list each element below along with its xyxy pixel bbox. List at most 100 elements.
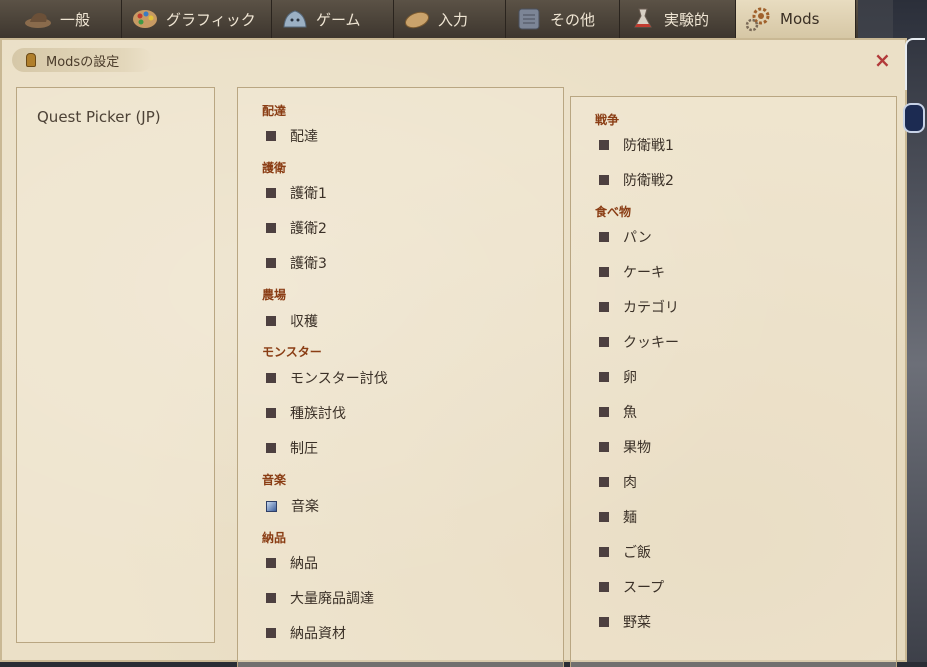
checkbox-icon[interactable] [599, 442, 609, 452]
checkbox-option[interactable]: 制圧 [266, 438, 318, 458]
tab-label: 実験的 [664, 10, 710, 29]
pin-icon [26, 53, 36, 67]
tab-experimental[interactable]: 実験的 [620, 0, 736, 38]
checkbox-option[interactable]: ご飯 [599, 542, 651, 562]
tab-label: 入力 [438, 10, 469, 29]
checkbox-icon[interactable] [599, 512, 609, 522]
option-label: 魚 [623, 405, 637, 421]
checkbox-icon[interactable] [266, 443, 276, 453]
tab-input[interactable]: 入力 [394, 0, 506, 38]
checkbox-icon[interactable] [599, 407, 609, 417]
checkbox-icon[interactable] [599, 547, 609, 557]
checkbox-option[interactable]: パン [599, 227, 652, 247]
option-label: 制圧 [290, 441, 318, 457]
checkbox-icon[interactable] [266, 593, 276, 603]
checkbox-option[interactable]: 配達 [266, 126, 318, 146]
checkbox-option[interactable]: 肉 [599, 472, 637, 492]
option-label: 防衛戦2 [623, 173, 674, 189]
checkbox-icon[interactable] [599, 372, 609, 382]
tab-graphics[interactable]: グラフィック [122, 0, 272, 38]
options-column-middle: 配達 配達 護衛 護衛1 護衛2 護衛3 農場 収穫 モンスター モンスター討伐… [237, 87, 564, 667]
checkbox-option[interactable]: 護衛2 [266, 218, 327, 238]
mod-list-item[interactable]: Quest Picker (JP) [37, 108, 161, 126]
option-label: 納品資材 [290, 626, 346, 642]
checkbox-option[interactable]: 種族討伐 [266, 403, 346, 423]
group-header: 食べ物 [595, 205, 632, 219]
options-column-right: 戦争 防衛戦1 防衛戦2 食べ物 パン ケーキ カテゴリ クッキー 卵 魚 果物… [570, 96, 897, 667]
palette-icon [130, 6, 160, 32]
group-header: 戦争 [595, 113, 620, 127]
tab-other[interactable]: その他 [506, 0, 620, 38]
option-label: 護衛1 [290, 186, 327, 202]
option-label: 音楽 [291, 499, 319, 515]
checkbox-icon[interactable] [266, 373, 276, 383]
checkbox-option[interactable]: 音楽 [266, 496, 319, 516]
window-edge-ornament [905, 38, 925, 90]
checkbox-option[interactable]: 魚 [599, 402, 637, 422]
checkbox-icon[interactable] [599, 477, 609, 487]
checkbox-option[interactable]: モンスター討伐 [266, 368, 388, 388]
checkbox-option[interactable]: 麺 [599, 507, 637, 527]
checkbox-option[interactable]: 護衛1 [266, 183, 327, 203]
group-header: 音楽 [262, 473, 287, 487]
checkbox-icon[interactable] [266, 316, 276, 326]
panel-title-bar: Modsの設定 [12, 48, 152, 72]
checkbox-icon[interactable] [266, 188, 276, 198]
tab-game[interactable]: ゲーム [272, 0, 394, 38]
checkbox-icon[interactable] [599, 617, 609, 627]
bread-icon [402, 6, 432, 32]
checkbox-icon[interactable] [599, 582, 609, 592]
checkbox-option[interactable]: 野菜 [599, 612, 651, 632]
checkbox-option[interactable]: スープ [599, 577, 664, 597]
music-checkbox-icon[interactable] [266, 500, 277, 512]
group-header: 配達 [262, 104, 287, 118]
group-header: モンスター [262, 345, 322, 359]
slime-icon [280, 6, 310, 32]
checkbox-icon[interactable] [266, 131, 276, 141]
group-header: 護衛 [262, 161, 287, 175]
option-label: 護衛3 [290, 256, 327, 272]
checkbox-option[interactable]: カテゴリ [599, 297, 679, 317]
tab-mods[interactable]: Mods [736, 0, 856, 38]
checkbox-option[interactable]: 防衛戦2 [599, 170, 674, 190]
option-label: クッキー [623, 335, 679, 351]
checkbox-option[interactable]: 防衛戦1 [599, 135, 674, 155]
checkbox-icon[interactable] [599, 337, 609, 347]
option-label: 大量廃品調達 [290, 591, 374, 607]
gears-icon [744, 6, 774, 32]
checkbox-option[interactable]: 納品資材 [266, 623, 346, 643]
close-button[interactable]: × [874, 50, 891, 70]
checkbox-icon[interactable] [599, 267, 609, 277]
panel-title: Modsの設定 [46, 54, 120, 70]
tab-bar: 一般 グラフィック ゲーム 入力 その他 実験的 Mods [0, 0, 858, 42]
hat-icon [24, 6, 54, 32]
checkbox-option[interactable]: 大量廃品調達 [266, 588, 374, 608]
checkbox-icon[interactable] [599, 302, 609, 312]
option-label: 収穫 [290, 314, 318, 330]
checkbox-option[interactable]: 護衛3 [266, 253, 327, 273]
option-label: 防衛戦1 [623, 138, 674, 154]
checkbox-option[interactable]: 納品 [266, 553, 318, 573]
checkbox-option[interactable]: 果物 [599, 437, 651, 457]
checkbox-icon[interactable] [266, 558, 276, 568]
option-label: 果物 [623, 440, 651, 456]
checkbox-icon[interactable] [266, 223, 276, 233]
checkbox-option[interactable]: 卵 [599, 367, 637, 387]
side-widget-icon[interactable] [903, 103, 925, 133]
option-label: 種族討伐 [290, 406, 346, 422]
flask-icon [628, 6, 658, 32]
option-label: カテゴリ [623, 300, 679, 316]
checkbox-icon[interactable] [266, 258, 276, 268]
option-label: スープ [623, 580, 665, 596]
checkbox-icon[interactable] [266, 408, 276, 418]
checkbox-option[interactable]: 収穫 [266, 311, 318, 331]
checkbox-option[interactable]: ケーキ [599, 262, 665, 282]
tab-general[interactable]: 一般 [16, 0, 122, 38]
checkbox-icon[interactable] [599, 140, 609, 150]
option-label: モンスター討伐 [290, 371, 388, 387]
checkbox-icon[interactable] [599, 175, 609, 185]
checkbox-option[interactable]: クッキー [599, 332, 679, 352]
checkbox-icon[interactable] [599, 232, 609, 242]
checkbox-icon[interactable] [266, 628, 276, 638]
mod-list: Quest Picker (JP) [16, 87, 215, 643]
